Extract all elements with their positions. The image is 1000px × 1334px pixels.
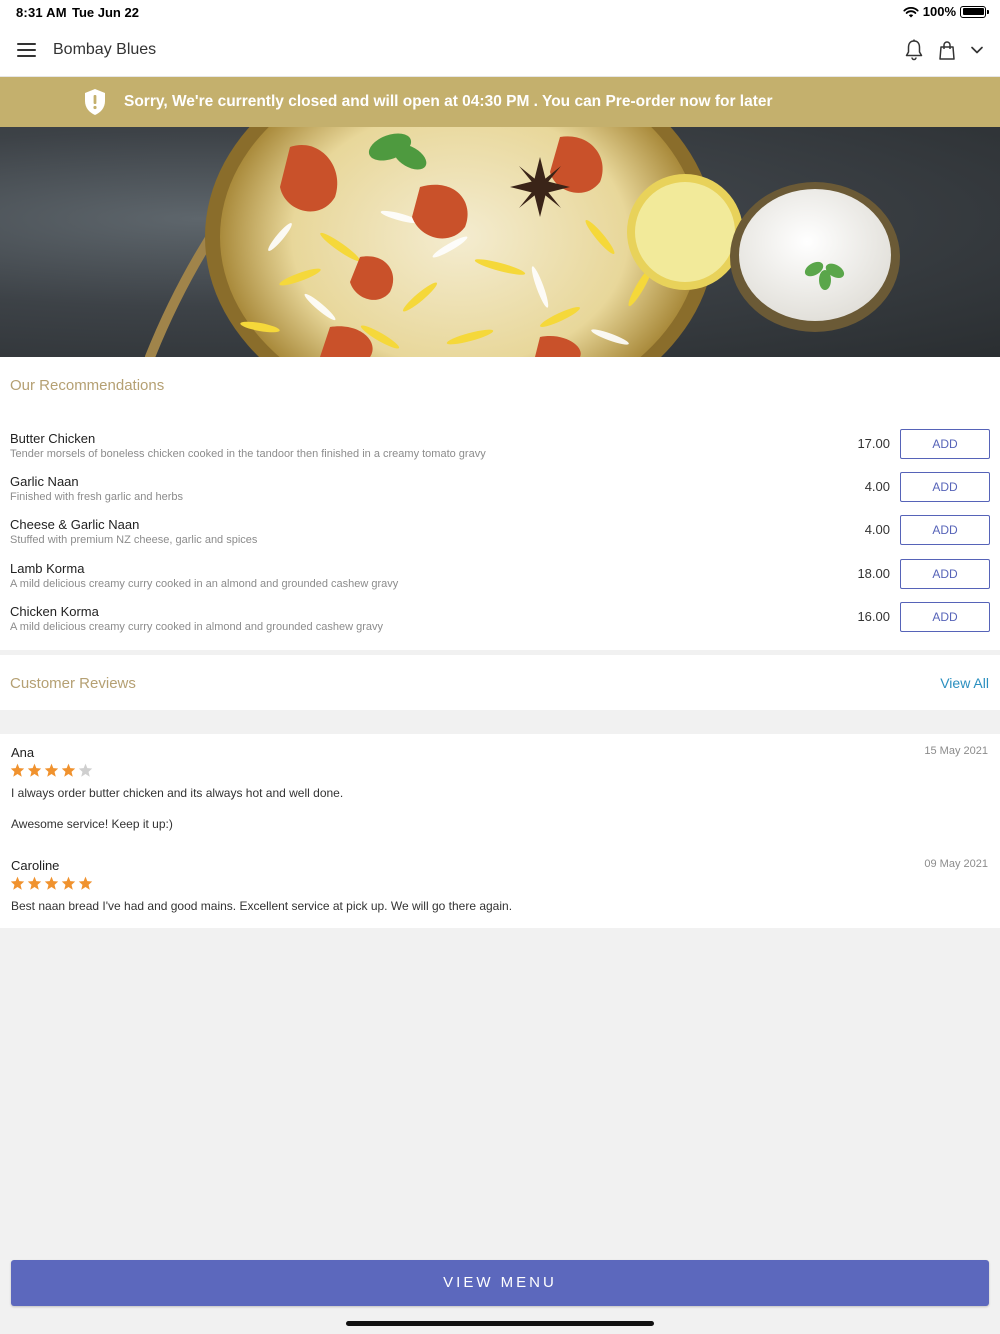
- star-filled-icon: [44, 876, 59, 890]
- view-all-link[interactable]: View All: [940, 675, 989, 691]
- status-time: 8:31 AM: [16, 5, 67, 20]
- star-filled-icon: [61, 763, 76, 777]
- review-text: Best naan bread I've had and good mains.…: [11, 899, 513, 913]
- review-text: Awesome service! Keep it up:): [11, 817, 173, 831]
- item-name: Chicken Korma: [10, 604, 99, 619]
- review-date: 15 May 2021: [924, 745, 988, 757]
- reviews-list: Ana 15 May 2021 I always order butter ch…: [0, 734, 1000, 928]
- item-description: Finished with fresh garlic and herbs: [10, 491, 184, 503]
- star-filled-icon: [27, 876, 42, 890]
- menu-icon[interactable]: [17, 43, 36, 57]
- chevron-down-icon[interactable]: [970, 45, 984, 55]
- add-button[interactable]: ADD: [900, 602, 990, 632]
- item-name: Butter Chicken: [10, 431, 96, 446]
- item-price: 4.00: [864, 479, 890, 494]
- app-header: Bombay Blues: [0, 24, 1000, 77]
- add-button[interactable]: ADD: [900, 429, 990, 459]
- add-button[interactable]: ADD: [900, 559, 990, 589]
- home-indicator: [346, 1321, 654, 1326]
- battery-percent: 100%: [922, 4, 956, 19]
- review-date: 09 May 2021: [924, 858, 988, 870]
- star-filled-icon: [78, 876, 93, 890]
- wifi-icon: [903, 6, 919, 17]
- star-rating: [10, 763, 93, 777]
- item-name: Garlic Naan: [10, 474, 79, 489]
- star-filled-icon: [44, 763, 59, 777]
- menu-item: Chicken Korma A mild delicious creamy cu…: [0, 602, 1000, 645]
- item-price: 16.00: [857, 609, 890, 624]
- bag-icon[interactable]: [938, 40, 956, 60]
- view-menu-button[interactable]: VIEW MENU: [11, 1260, 989, 1306]
- item-description: A mild delicious creamy curry cooked in …: [10, 621, 383, 633]
- status-date: Tue Jun 22: [72, 5, 139, 20]
- restaurant-title: Bombay Blues: [53, 41, 157, 58]
- star-filled-icon: [10, 876, 25, 890]
- item-price: 17.00: [857, 436, 890, 451]
- item-price: 4.00: [864, 522, 890, 537]
- item-description: Tender morsels of boneless chicken cooke…: [10, 448, 486, 460]
- item-description: Stuffed with premium NZ cheese, garlic a…: [10, 534, 258, 546]
- menu-item: Lamb Korma A mild delicious creamy curry…: [0, 559, 1000, 602]
- item-price: 18.00: [857, 566, 890, 581]
- item-name: Cheese & Garlic Naan: [10, 517, 140, 532]
- recommendations-section: Our Recommendations Butter Chicken Tende…: [0, 357, 1000, 650]
- status-right: 100%: [903, 4, 989, 19]
- review-author: Ana: [11, 745, 35, 760]
- reviews-title: Customer Reviews: [10, 675, 136, 692]
- item-description: A mild delicious creamy curry cooked in …: [10, 578, 399, 590]
- star-empty-icon: [78, 763, 93, 777]
- star-rating: [10, 876, 93, 890]
- closed-message: Sorry, We're currently closed and will o…: [124, 93, 773, 110]
- add-button[interactable]: ADD: [900, 472, 990, 502]
- star-filled-icon: [27, 763, 42, 777]
- star-filled-icon: [10, 763, 25, 777]
- reviews-header: Customer Reviews View All: [0, 655, 1000, 710]
- shield-alert-icon: [85, 89, 105, 115]
- battery-icon: [960, 5, 989, 18]
- menu-item: Butter Chicken Tender morsels of boneles…: [0, 429, 1000, 472]
- add-button[interactable]: ADD: [900, 515, 990, 545]
- hero-food-image: [0, 127, 1000, 357]
- item-name: Lamb Korma: [10, 561, 85, 576]
- star-filled-icon: [61, 876, 76, 890]
- biryani-illustration: [145, 127, 900, 357]
- review-text: I always order butter chicken and its al…: [11, 786, 344, 800]
- closed-banner: Sorry, We're currently closed and will o…: [0, 77, 1000, 127]
- recommendations-title: Our Recommendations: [10, 377, 165, 394]
- header-actions: [904, 39, 984, 61]
- menu-item: Garlic Naan Finished with fresh garlic a…: [0, 472, 1000, 515]
- menu-item: Cheese & Garlic Naan Stuffed with premiu…: [0, 515, 1000, 558]
- bell-icon[interactable]: [904, 39, 924, 61]
- status-bar: 8:31 AM Tue Jun 22 100%: [0, 0, 1000, 24]
- review-author: Caroline: [11, 858, 60, 873]
